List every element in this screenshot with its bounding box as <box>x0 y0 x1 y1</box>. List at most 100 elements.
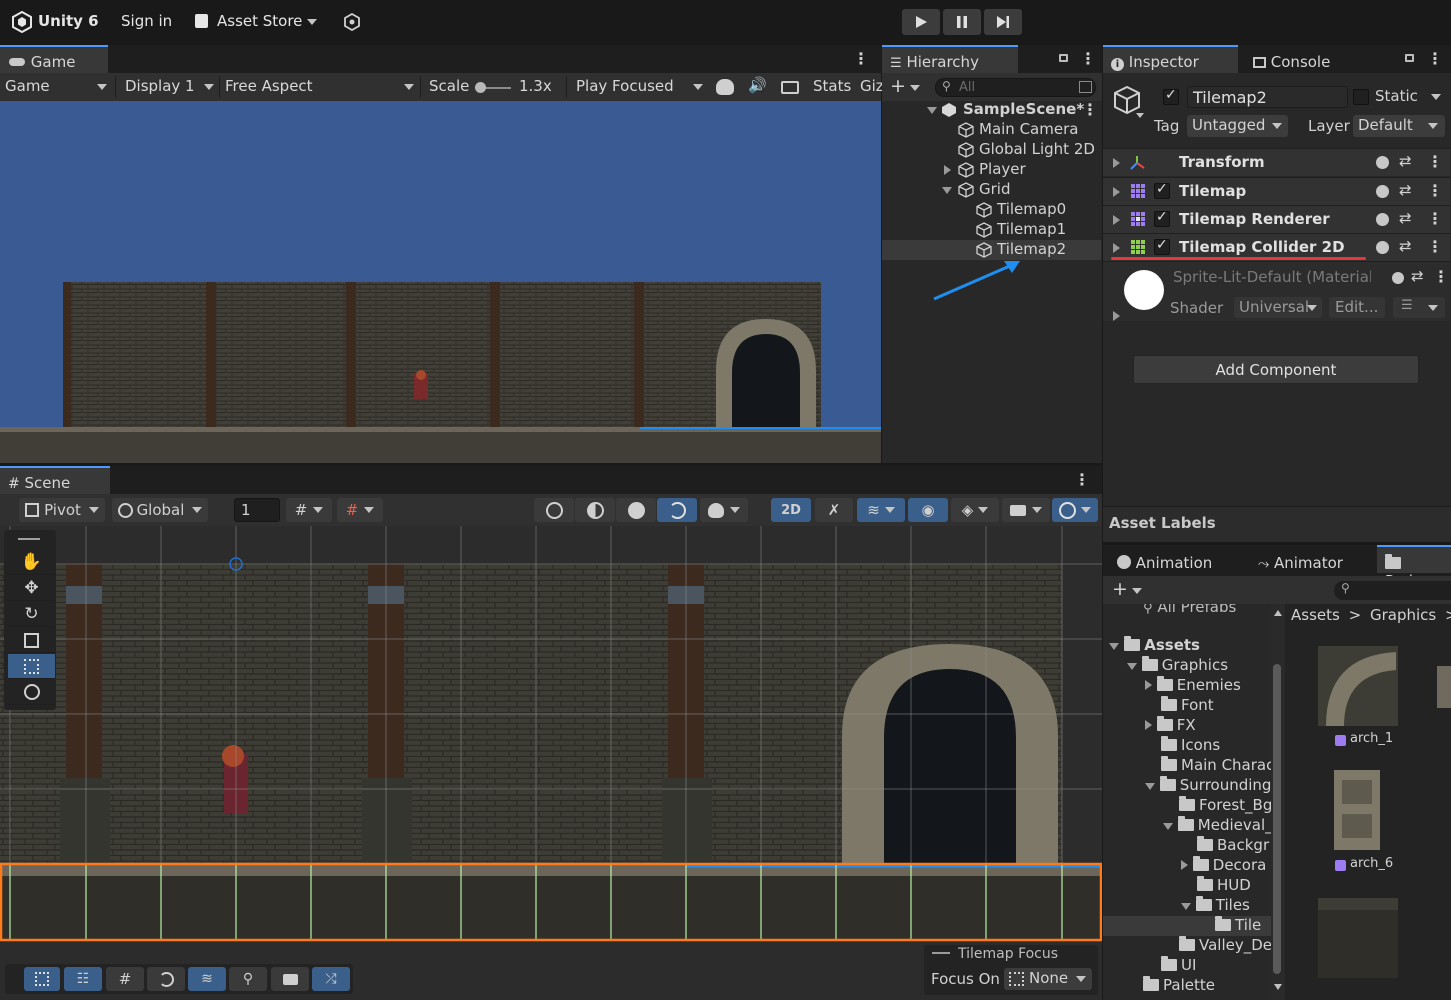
wireframe-shading-button[interactable] <box>534 498 574 522</box>
more-options-icon[interactable]: ⋮ <box>1427 49 1443 68</box>
tab-console[interactable]: Console <box>1245 45 1345 73</box>
shader-dropdown[interactable]: Universal <box>1234 297 1322 318</box>
expand-icon[interactable] <box>1113 158 1120 168</box>
debug-draw-dropdown[interactable] <box>700 498 748 522</box>
hierarchy-item[interactable]: Tilemap0 <box>882 200 1101 220</box>
grid-visibility-dropdown[interactable]: # <box>337 498 383 522</box>
shaded-wireframe-button[interactable] <box>575 498 615 522</box>
expand-icon[interactable] <box>1113 215 1120 225</box>
focus-on-dropdown[interactable]: None <box>1004 968 1092 990</box>
shading-toggle-button[interactable] <box>147 967 185 991</box>
tab-scene[interactable]: # Scene <box>0 466 110 494</box>
more-options-icon[interactable]: ⋮ <box>1427 152 1443 171</box>
component-enabled-checkbox[interactable] <box>1154 181 1170 199</box>
move-tool-button[interactable]: ✥ <box>8 576 55 601</box>
play-focused-dropdown[interactable]: Play Focused <box>576 77 674 97</box>
shaded-button[interactable] <box>616 498 656 522</box>
asset-store-dropdown[interactable]: Asset Store <box>217 12 302 30</box>
transform-tool-button[interactable] <box>8 680 55 705</box>
palette-grip[interactable] <box>18 538 40 540</box>
component-tilemap-renderer[interactable]: Tilemap Renderer ⇄ ⋮ <box>1103 205 1450 233</box>
tree-item-main-character[interactable]: Main Charac <box>1161 756 1271 776</box>
breadcrumb-item[interactable]: Graphics <box>1370 606 1436 624</box>
hand-tool-button[interactable]: ✋ <box>8 550 55 575</box>
more-options-icon[interactable]: ⋮ <box>1427 181 1443 200</box>
search-scope-icon[interactable] <box>1079 81 1092 93</box>
add-component-button[interactable]: Add Component <box>1133 355 1419 384</box>
display-dropdown[interactable]: Display 1 <box>125 77 195 97</box>
tree-item-valley[interactable]: Valley_De <box>1179 936 1271 956</box>
tree-item-medieval[interactable]: Medieval_ <box>1163 816 1271 836</box>
lighting-toggle[interactable]: ✗ <box>815 498 853 522</box>
hierarchy-item[interactable]: Grid <box>882 180 1101 200</box>
hierarchy-item[interactable]: Main Camera <box>882 120 1101 140</box>
scene-viewport[interactable] <box>0 526 1102 1000</box>
preset-icon[interactable]: ⇄ <box>1411 267 1424 285</box>
bug-icon[interactable] <box>716 79 734 95</box>
tab-project[interactable]: Projec <box>1377 545 1451 590</box>
tree-item-icons[interactable]: Icons <box>1161 736 1220 756</box>
tree-item-hud[interactable]: HUD <box>1197 876 1251 896</box>
rotate-tool-button[interactable]: ↻ <box>8 602 55 627</box>
select-tile-button[interactable] <box>24 967 60 991</box>
tab-animation[interactable]: Animation <box>1109 545 1244 573</box>
more-options-icon[interactable]: ⋮ <box>853 49 869 68</box>
keyboard-icon[interactable] <box>781 81 799 94</box>
expand-icon[interactable] <box>1113 243 1120 253</box>
expand-icon[interactable] <box>927 107 937 114</box>
scale-slider-handle[interactable] <box>475 82 486 93</box>
object-name-field[interactable]: Tilemap2 <box>1187 86 1348 108</box>
all-prefabs-item[interactable]: ⚲ All Prefabs <box>1143 604 1236 618</box>
active-checkbox[interactable] <box>1163 87 1179 105</box>
preset-icon[interactable]: ⇄ <box>1399 237 1412 255</box>
effects-dropdown[interactable]: ≋ <box>857 498 905 522</box>
tree-item-ui[interactable]: UI <box>1161 956 1196 976</box>
component-enabled-checkbox[interactable] <box>1154 209 1170 227</box>
camera-preview-button[interactable] <box>271 967 309 991</box>
layer-dropdown[interactable]: Default <box>1353 115 1445 137</box>
asset-thumbnail-arch-6[interactable] <box>1334 770 1380 850</box>
mode-2d-button[interactable]: 2D <box>771 498 811 522</box>
preset-icon[interactable]: ⇄ <box>1399 209 1412 227</box>
pause-button[interactable] <box>943 9 981 35</box>
expand-icon[interactable] <box>1113 311 1120 321</box>
collapse-icon[interactable] <box>942 187 952 194</box>
more-options-icon[interactable]: ⋮ <box>1074 470 1090 489</box>
help-icon[interactable] <box>1376 241 1389 254</box>
overlay-grip[interactable] <box>932 952 950 954</box>
lock-icon[interactable] <box>1405 54 1414 62</box>
asset-thumbnail-arch-1[interactable] <box>1318 646 1398 726</box>
tree-item-assets[interactable]: Assets <box>1109 636 1200 656</box>
tilemap-layers-button[interactable]: ≋ <box>188 967 226 991</box>
help-icon[interactable] <box>1376 213 1389 226</box>
more-options-icon[interactable]: ⋮ <box>1433 267 1449 286</box>
aspect-dropdown[interactable]: Free Aspect <box>225 77 313 97</box>
project-search-input[interactable]: ⚲ <box>1334 581 1451 600</box>
tree-item-forest-bg[interactable]: Forest_Bg <box>1179 796 1271 816</box>
lock-icon[interactable] <box>1059 54 1068 62</box>
pivot-dropdown[interactable]: Pivot <box>19 498 105 522</box>
edit-shader-button[interactable]: Edit... <box>1329 297 1385 318</box>
hierarchy-scene-row[interactable]: SampleScene* ⋮ <box>882 100 1101 120</box>
breadcrumb-item[interactable]: Assets <box>1291 606 1340 624</box>
more-options-icon[interactable]: ⋮ <box>1082 100 1098 119</box>
tab-animator[interactable]: ⤳ Animator <box>1250 545 1375 573</box>
speaker-icon[interactable]: 🔊 <box>748 76 767 94</box>
tree-item-font[interactable]: Font <box>1161 696 1214 716</box>
unlit-button[interactable] <box>657 498 697 522</box>
grid-toggle-button[interactable]: # <box>106 967 144 991</box>
more-options-icon[interactable]: ⋮ <box>1080 49 1096 68</box>
help-icon[interactable] <box>1392 272 1404 284</box>
tree-item-fx[interactable]: FX <box>1145 716 1196 736</box>
play-button[interactable] <box>902 9 940 35</box>
step-button[interactable] <box>984 9 1022 35</box>
more-options-icon[interactable]: ⋮ <box>1427 209 1443 228</box>
visibility-toggle[interactable]: ◉ <box>908 498 948 522</box>
tree-item-graphics[interactable]: Graphics <box>1127 656 1228 676</box>
sign-in-button[interactable]: Sign in <box>121 12 172 30</box>
expand-icon[interactable] <box>944 165 951 175</box>
asset-thumbnail-brick[interactable] <box>1318 898 1398 978</box>
shader-options-dropdown[interactable]: ☰ <box>1393 297 1445 318</box>
tab-game[interactable]: Game <box>0 45 108 73</box>
tree-item-palette[interactable]: Palette <box>1143 976 1215 996</box>
